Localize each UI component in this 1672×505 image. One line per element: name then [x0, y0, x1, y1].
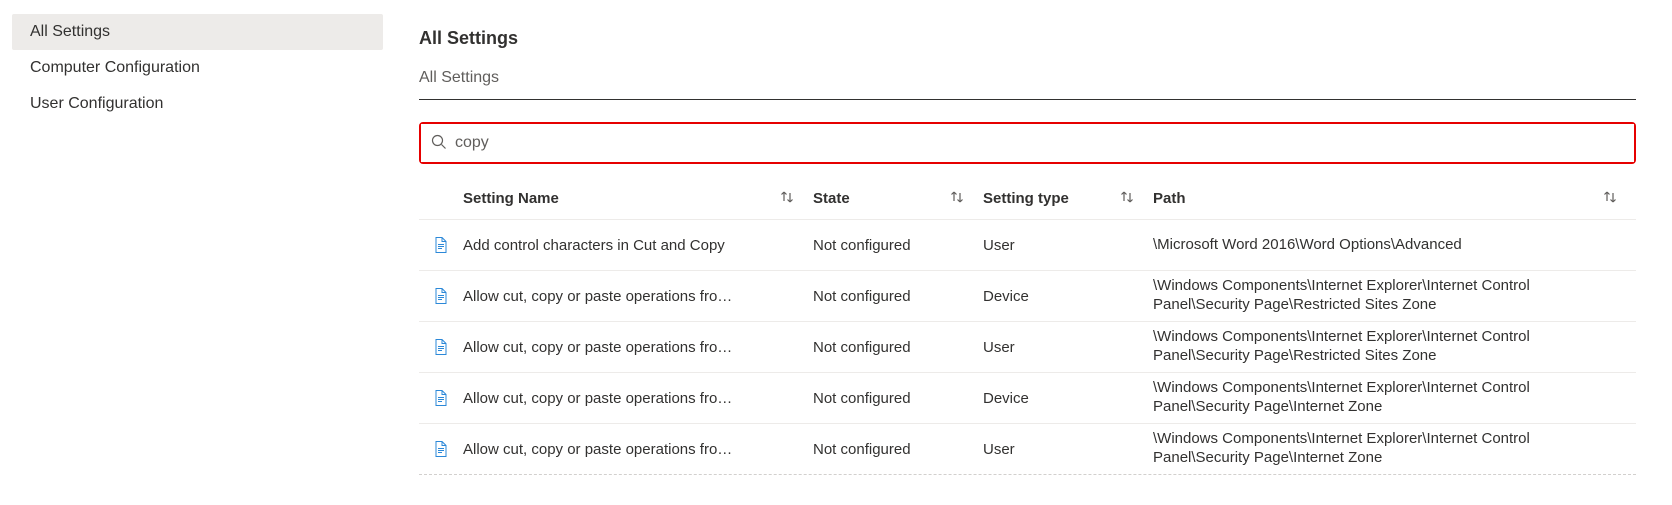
cell-type: User — [983, 339, 1153, 356]
column-name-label: Setting Name — [463, 190, 559, 207]
column-type[interactable]: Setting type — [983, 190, 1153, 208]
column-type-label: Setting type — [983, 190, 1069, 207]
search-input[interactable] — [455, 134, 1624, 152]
cell-name: Add control characters in Cut and Copy — [463, 237, 813, 254]
table-row[interactable]: Allow cut, copy or paste operations fro…… — [419, 322, 1636, 373]
table-row[interactable]: Allow cut, copy or paste operations fro…… — [419, 271, 1636, 322]
page-title: All Settings — [419, 28, 1636, 49]
sidebar-item-all-settings[interactable]: All Settings — [12, 14, 383, 50]
document-icon — [419, 389, 463, 407]
cell-path: \Windows Components\Internet Explorer\In… — [1153, 430, 1636, 468]
table-row[interactable]: Allow cut, copy or paste operations fro…… — [419, 373, 1636, 424]
document-icon — [419, 287, 463, 305]
cell-path: \Microsoft Word 2016\Word Options\Advanc… — [1153, 236, 1636, 255]
document-icon — [419, 236, 463, 254]
breadcrumb[interactable]: All Settings — [419, 69, 1636, 87]
cell-state: Not configured — [813, 288, 983, 305]
column-state[interactable]: State — [813, 190, 983, 208]
table-row[interactable]: Add control characters in Cut and Copy N… — [419, 220, 1636, 271]
settings-table: Setting Name State Setti — [419, 178, 1636, 475]
sidebar: All SettingsComputer ConfigurationUser C… — [0, 0, 395, 505]
search-highlight-box — [419, 122, 1636, 164]
cell-name: Allow cut, copy or paste operations fro… — [463, 288, 813, 305]
column-path[interactable]: Path — [1153, 190, 1636, 208]
cell-path: \Windows Components\Internet Explorer\In… — [1153, 277, 1636, 315]
cell-state: Not configured — [813, 441, 983, 458]
cell-name: Allow cut, copy or paste operations fro… — [463, 441, 813, 458]
cell-type: Device — [983, 288, 1153, 305]
column-name[interactable]: Setting Name — [463, 190, 813, 208]
cell-state: Not configured — [813, 390, 983, 407]
document-icon — [419, 440, 463, 458]
cell-path: \Windows Components\Internet Explorer\In… — [1153, 328, 1636, 366]
cell-path: \Windows Components\Internet Explorer\In… — [1153, 379, 1636, 417]
cell-name: Allow cut, copy or paste operations fro… — [463, 339, 813, 356]
divider — [419, 99, 1636, 100]
main-content: All Settings All Settings Setting Name — [395, 0, 1672, 505]
sidebar-item-user-configuration[interactable]: User Configuration — [12, 86, 383, 122]
cell-state: Not configured — [813, 339, 983, 356]
column-path-label: Path — [1153, 190, 1186, 207]
sort-icon — [1602, 190, 1618, 208]
document-icon — [419, 338, 463, 356]
cell-state: Not configured — [813, 237, 983, 254]
cell-type: Device — [983, 390, 1153, 407]
table-header: Setting Name State Setti — [419, 178, 1636, 220]
sidebar-item-computer-configuration[interactable]: Computer Configuration — [12, 50, 383, 86]
table-row[interactable]: Allow cut, copy or paste operations fro…… — [419, 424, 1636, 475]
sort-icon — [949, 190, 965, 208]
cell-type: User — [983, 237, 1153, 254]
cell-name: Allow cut, copy or paste operations fro… — [463, 390, 813, 407]
cell-type: User — [983, 441, 1153, 458]
sort-icon — [1119, 190, 1135, 208]
sort-icon — [779, 190, 795, 208]
search-field[interactable] — [421, 124, 1634, 162]
column-state-label: State — [813, 190, 850, 207]
search-icon — [431, 134, 455, 153]
